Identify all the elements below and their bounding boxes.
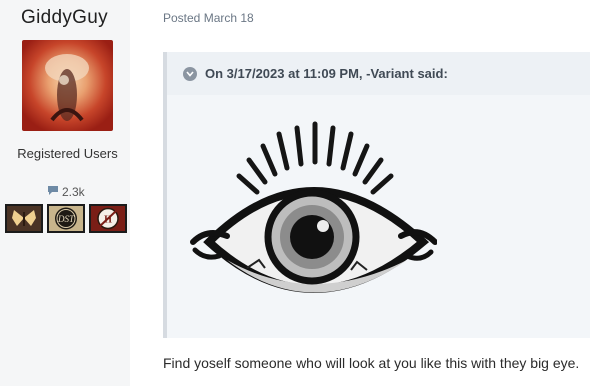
user-group-label: Registered Users [17,146,118,161]
reputation: 2.3k [47,185,85,199]
quote-block: On 3/17/2023 at 11:09 PM, -Variant said: [163,52,590,338]
author-name[interactable]: GiddyGuy [21,7,108,29]
avatar[interactable] [22,40,113,131]
author-panel: GiddyGuy Registered Users 2.3k DST H [0,0,130,386]
reputation-count: 2.3k [62,185,85,199]
post-date[interactable]: Posted March 18 [163,11,254,25]
hamlet-badge-icon[interactable]: H [89,204,127,233]
butterfly-badge-icon[interactable] [5,204,43,233]
quote-citation: On 3/17/2023 at 11:09 PM, -Variant said: [205,66,448,81]
svg-text:DST: DST [57,214,75,224]
badge-list: DST H [5,204,127,233]
chevron-down-icon[interactable] [183,66,197,81]
eye-illustration [190,121,437,293]
dst-badge-icon[interactable]: DST [47,204,85,233]
post-body: Find yoself someone who will look at you… [163,355,580,371]
reputation-icon [47,185,59,199]
quote-header: On 3/17/2023 at 11:09 PM, -Variant said: [167,52,590,95]
